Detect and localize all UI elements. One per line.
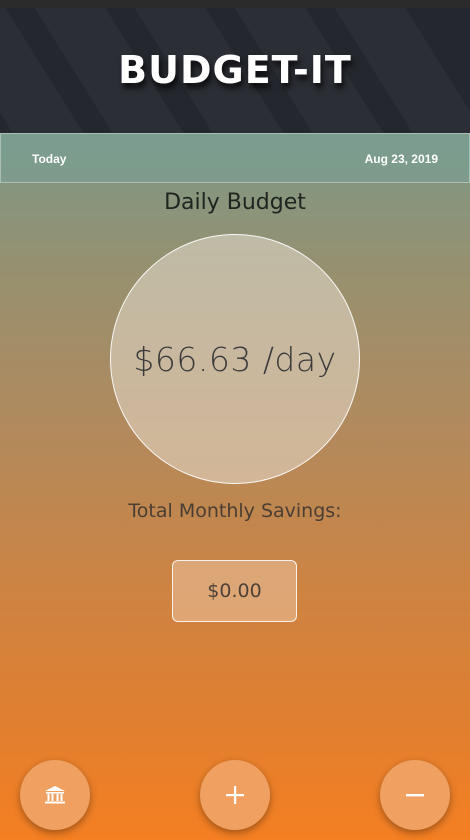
date-bar: Today Aug 23, 2019 [0, 133, 470, 183]
bank-button[interactable] [20, 760, 90, 830]
status-strip [0, 0, 470, 8]
monthly-savings-box: $0.00 [172, 560, 297, 622]
daily-budget-heading: Daily Budget [164, 190, 306, 215]
bank-icon [45, 786, 65, 804]
monthly-savings-label: Total Monthly Savings: [128, 500, 342, 522]
current-date: Aug 23, 2019 [364, 152, 438, 166]
app-header: BUDGET-IT [0, 8, 470, 133]
minus-icon [406, 794, 424, 797]
plus-icon [226, 786, 244, 804]
add-button[interactable] [200, 760, 270, 830]
monthly-savings-value: $0.00 [207, 580, 262, 602]
app-screen: BUDGET-IT Today Aug 23, 2019 Daily Budge… [0, 0, 470, 840]
daily-budget-amount: $66.63 /day [133, 339, 337, 379]
subtract-button[interactable] [380, 760, 450, 830]
app-title: BUDGET-IT [118, 48, 352, 92]
daily-budget-circle: $66.63 /day [110, 234, 360, 484]
date-label: Today [32, 152, 67, 166]
